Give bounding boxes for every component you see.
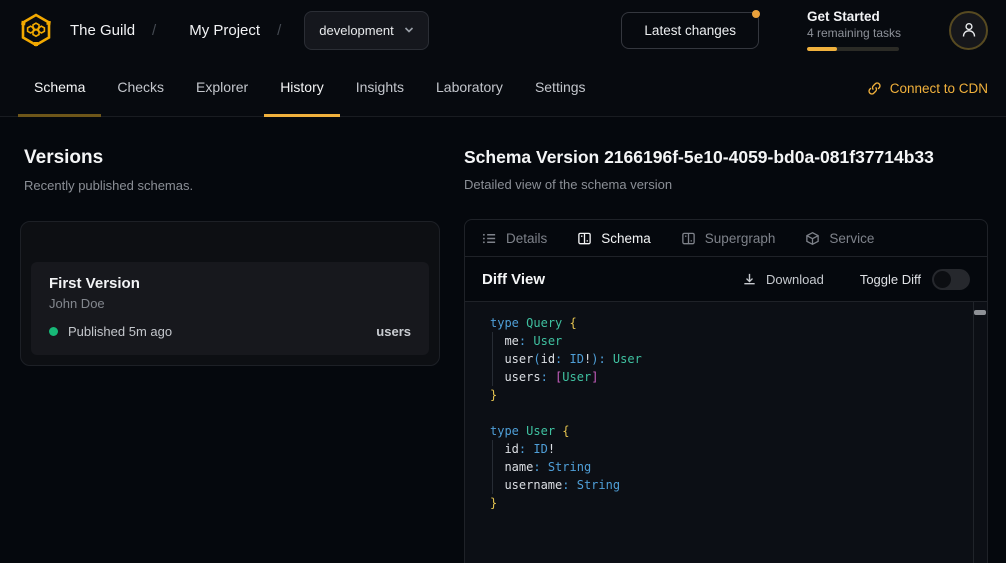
connect-to-cdn-link[interactable]: Connect to CDN	[867, 60, 988, 116]
code-line: type Query {	[490, 314, 961, 332]
detail-tab-supergraph[interactable]: Supergraph	[681, 231, 776, 246]
toggle-diff-switch[interactable]	[932, 269, 970, 290]
target-dropdown-value: development	[319, 23, 393, 38]
user-avatar[interactable]	[949, 11, 988, 50]
connect-to-cdn-label: Connect to CDN	[890, 81, 988, 96]
published-status-dot	[49, 327, 58, 336]
detail-tabs: Details Schema Supergraph Service	[465, 220, 987, 257]
notification-dot	[752, 10, 760, 18]
breadcrumb-separator: /	[152, 22, 156, 39]
version-service-badge: users	[376, 324, 411, 339]
version-list-item[interactable]: First Version John Doe Published 5m ago use…	[31, 262, 429, 355]
nav-tab-checks[interactable]: Checks	[101, 60, 180, 117]
code-line: id: ID!	[490, 440, 961, 458]
toggle-diff-label: Toggle Diff	[860, 272, 921, 287]
schema-detail-panel: Details Schema Supergraph Service Diff View…	[464, 219, 988, 563]
breadcrumb-project[interactable]: My Project	[189, 22, 260, 39]
main-content: Versions Recently published schemas. Fir…	[0, 117, 1006, 563]
latest-changes-label: Latest changes	[644, 23, 736, 38]
versions-list-card: First Version John Doe Published 5m ago use…	[20, 221, 440, 366]
top-header: The Guild / My Project / development Lat…	[0, 0, 1006, 60]
code-line: }	[490, 386, 961, 404]
detail-tab-schema[interactable]: Schema	[577, 231, 651, 246]
link-icon	[867, 81, 882, 96]
get-started-widget[interactable]: Get Started 4 remaining tasks	[807, 9, 899, 51]
diff-view-title: Diff View	[482, 271, 545, 288]
versions-subtitle: Recently published schemas.	[24, 178, 440, 193]
code-line: me: User	[490, 332, 961, 350]
detail-tab-label: Schema	[601, 231, 651, 246]
code-line: username: String	[490, 476, 961, 494]
breadcrumb-separator: /	[277, 22, 281, 39]
version-name: First Version	[49, 275, 411, 292]
person-icon	[960, 21, 978, 39]
nav-tab-settings[interactable]: Settings	[519, 60, 602, 117]
detail-tab-details[interactable]: Details	[482, 231, 547, 246]
download-button[interactable]: Download	[742, 272, 824, 287]
toggle-knob	[934, 271, 951, 288]
versions-title: Versions	[24, 147, 440, 169]
cube-icon	[805, 231, 820, 246]
download-icon	[742, 272, 757, 287]
schema-code-viewer: type Query { me: User user(id: ID!): Use…	[465, 302, 987, 563]
latest-changes-button[interactable]: Latest changes	[621, 12, 759, 49]
code-line: name: String	[490, 458, 961, 476]
versions-pane: Versions Recently published schemas. Fir…	[24, 147, 440, 563]
version-detail-pane: Schema Version 2166196f-5e10-4059-bd0a-0…	[464, 147, 988, 563]
diff-view-header: Diff View Download Toggle Diff	[465, 257, 987, 302]
get-started-subtitle: 4 remaining tasks	[807, 26, 899, 40]
get-started-progress-fill	[807, 47, 837, 51]
version-status: Published 5m ago	[68, 324, 172, 339]
code-line: type User {	[490, 422, 961, 440]
nav-tab-history[interactable]: History	[264, 60, 340, 117]
list-icon	[482, 231, 497, 246]
code-line	[490, 404, 961, 422]
detail-tab-label: Supergraph	[705, 231, 776, 246]
breadcrumb-org[interactable]: The Guild	[70, 22, 135, 39]
columns-icon	[681, 231, 696, 246]
columns-icon	[577, 231, 592, 246]
version-author: John Doe	[49, 296, 411, 311]
download-label: Download	[766, 272, 824, 287]
nav-tab-laboratory[interactable]: Laboratory	[420, 60, 519, 117]
detail-tab-label: Details	[506, 231, 547, 246]
hive-logo-icon[interactable]	[18, 12, 54, 48]
schema-version-title: Schema Version 2166196f-5e10-4059-bd0a-0…	[464, 147, 988, 168]
get-started-progressbar	[807, 47, 899, 51]
target-dropdown[interactable]: development	[304, 11, 428, 50]
detail-tab-service[interactable]: Service	[805, 231, 874, 246]
code-line: }	[490, 494, 961, 512]
nav-tab-explorer[interactable]: Explorer	[180, 60, 264, 117]
code-line: users: [User]	[490, 368, 961, 386]
scrollbar-track	[973, 302, 974, 563]
scrollbar-thumb[interactable]	[974, 310, 986, 315]
code-line: user(id: ID!): User	[490, 350, 961, 368]
get-started-title: Get Started	[807, 9, 899, 24]
detail-tab-label: Service	[829, 231, 874, 246]
main-nav: SchemaChecksExplorerHistoryInsightsLabor…	[0, 60, 1006, 117]
nav-tab-schema[interactable]: Schema	[18, 60, 101, 117]
schema-version-subtitle: Detailed view of the schema version	[464, 177, 988, 192]
chevron-down-icon	[404, 25, 414, 35]
nav-tab-insights[interactable]: Insights	[340, 60, 420, 117]
